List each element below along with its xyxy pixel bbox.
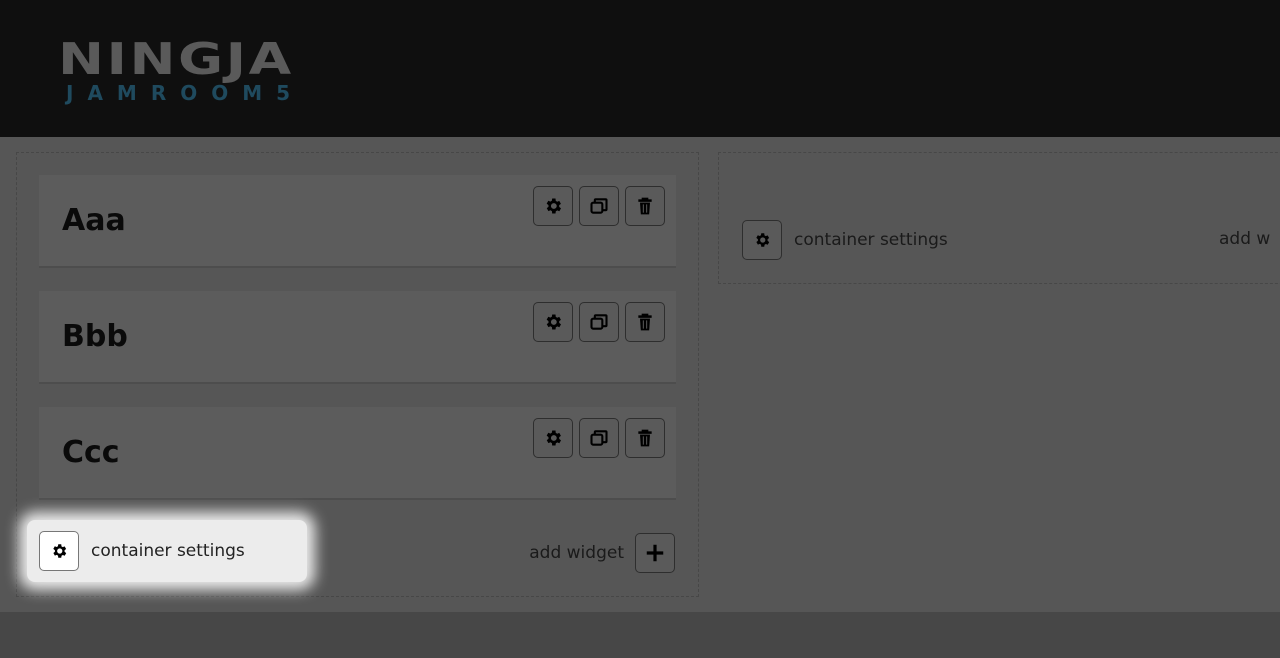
- logo-sub-text: JAMROOM5: [66, 81, 305, 105]
- gear-icon: [546, 430, 561, 446]
- site-header: NINGJA JAMROOM5: [0, 0, 1280, 137]
- trash-icon: [638, 313, 652, 331]
- widget-delete-button[interactable]: [625, 302, 665, 342]
- container-settings-button[interactable]: [39, 531, 79, 571]
- container-settings-row: container settings: [742, 220, 948, 260]
- add-widget-row: add widget: [529, 533, 675, 573]
- site-logo[interactable]: NINGJA JAMROOM5: [58, 38, 305, 105]
- trash-icon: [638, 429, 652, 447]
- widget-settings-button[interactable]: [533, 186, 573, 226]
- add-widget-button[interactable]: [635, 533, 675, 573]
- add-widget-label: add widget: [529, 543, 624, 563]
- widget-title: Bbb: [62, 319, 128, 354]
- page-body: Aaa Bbb Ccc add widget container setting…: [0, 137, 1280, 612]
- container-settings-label[interactable]: container settings: [794, 230, 948, 250]
- widget-container-2: container settings add w: [718, 152, 1280, 284]
- widget: Ccc: [39, 407, 676, 500]
- page-footer-band: [0, 612, 1280, 658]
- widget-settings-button[interactable]: [533, 418, 573, 458]
- widget: Aaa: [39, 175, 676, 268]
- widget-clone-button[interactable]: [579, 418, 619, 458]
- widget-delete-button[interactable]: [625, 186, 665, 226]
- container-settings-label[interactable]: container settings: [91, 541, 245, 561]
- logo-main-text: NINGJA: [58, 34, 294, 85]
- widget-delete-button[interactable]: [625, 418, 665, 458]
- container-settings-highlight: container settings: [27, 520, 307, 582]
- trash-icon: [638, 197, 652, 215]
- add-widget-label[interactable]: add w: [1219, 229, 1270, 249]
- windows-icon: [590, 430, 608, 446]
- widget-title: Aaa: [62, 203, 126, 238]
- container-settings-row: container settings: [39, 531, 245, 571]
- gear-icon: [53, 544, 67, 558]
- widget: Bbb: [39, 291, 676, 384]
- windows-icon: [590, 198, 608, 214]
- gear-icon: [546, 198, 561, 214]
- widget-title: Ccc: [62, 435, 120, 470]
- container-settings-button[interactable]: [742, 220, 782, 260]
- plus-icon: [646, 544, 664, 562]
- windows-icon: [590, 314, 608, 330]
- widget-clone-button[interactable]: [579, 186, 619, 226]
- gear-icon: [756, 233, 770, 247]
- widget-clone-button[interactable]: [579, 302, 619, 342]
- gear-icon: [546, 314, 561, 330]
- widget-settings-button[interactable]: [533, 302, 573, 342]
